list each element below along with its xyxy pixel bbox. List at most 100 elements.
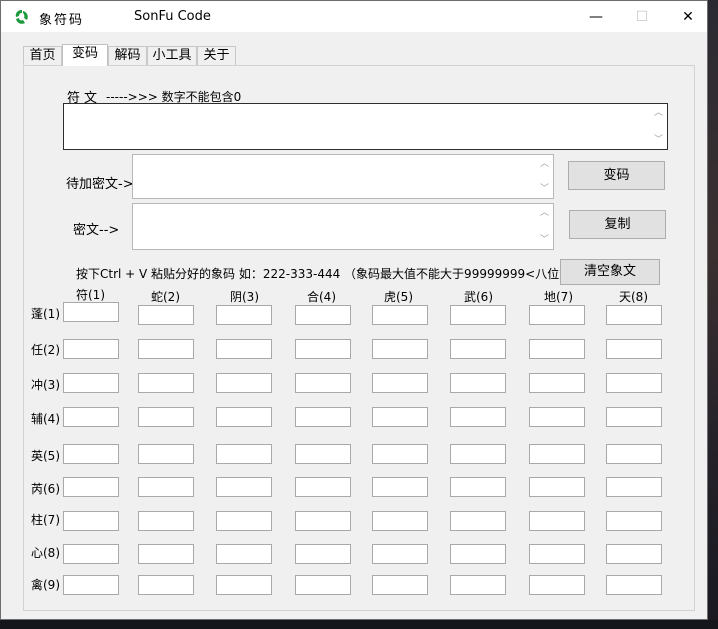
code-cell-input[interactable] [529, 305, 585, 325]
code-cell-input[interactable] [63, 339, 119, 359]
code-cell-input[interactable] [450, 477, 506, 497]
maximize-button[interactable]: ☐ [619, 1, 665, 32]
code-cell-input[interactable] [606, 477, 662, 497]
fuwen-input[interactable]: ︿ ﹀ [63, 103, 668, 150]
code-cell-input[interactable] [606, 544, 662, 564]
code-cell-input[interactable] [216, 373, 272, 393]
code-cell-input[interactable] [216, 305, 272, 325]
code-cell-input[interactable] [63, 477, 119, 497]
code-cell-input[interactable] [372, 407, 428, 427]
row-label: 冲(3) [31, 378, 60, 392]
code-cell-input[interactable] [450, 544, 506, 564]
code-cell-input[interactable] [138, 575, 194, 595]
code-cell-input[interactable] [63, 407, 119, 427]
scroll-down-icon[interactable]: ﹀ [650, 133, 667, 147]
code-cell-input[interactable] [138, 305, 194, 325]
code-cell-input[interactable] [216, 444, 272, 464]
code-cell-input[interactable] [606, 373, 662, 393]
plaintext-input[interactable]: ︿ ﹀ [132, 154, 554, 199]
code-cell-input[interactable] [606, 407, 662, 427]
code-cell-input[interactable] [295, 477, 351, 497]
code-cell-input[interactable] [372, 444, 428, 464]
code-cell-input[interactable] [529, 444, 585, 464]
code-cell-input[interactable] [450, 575, 506, 595]
code-cell-input[interactable] [295, 444, 351, 464]
code-cell-input[interactable] [138, 373, 194, 393]
code-cell-input[interactable] [63, 373, 119, 393]
plaintext-scrollbar[interactable]: ︿ ﹀ [536, 155, 553, 198]
code-cell-input[interactable] [216, 407, 272, 427]
close-button[interactable]: ✕ [665, 1, 711, 32]
column-label: 武(6) [464, 290, 493, 304]
code-cell-input[interactable] [450, 511, 506, 531]
code-cell-input[interactable] [450, 407, 506, 427]
scroll-up-icon[interactable]: ︿ [650, 106, 667, 120]
code-cell-input[interactable] [529, 477, 585, 497]
code-cell-input[interactable] [529, 544, 585, 564]
tab-tools[interactable]: 小工具 [147, 46, 197, 65]
code-cell-input[interactable] [529, 511, 585, 531]
code-cell-input[interactable] [372, 511, 428, 531]
scroll-down-icon[interactable]: ﹀ [536, 233, 553, 247]
ciphertext-output[interactable]: ︿ ﹀ [132, 203, 554, 250]
scroll-up-icon[interactable]: ︿ [536, 157, 553, 171]
code-cell-input[interactable] [63, 544, 119, 564]
column-label: 虎(5) [384, 290, 413, 304]
code-cell-input[interactable] [216, 544, 272, 564]
code-cell-input[interactable] [372, 305, 428, 325]
code-cell-input[interactable] [295, 305, 351, 325]
tab-home[interactable]: 首页 [23, 46, 62, 65]
code-cell-input[interactable] [138, 477, 194, 497]
code-cell-input[interactable] [63, 444, 119, 464]
code-cell-input[interactable] [606, 305, 662, 325]
code-cell-input[interactable] [372, 575, 428, 595]
code-cell-input[interactable] [372, 339, 428, 359]
code-cell-input[interactable] [606, 339, 662, 359]
code-cell-input[interactable] [450, 339, 506, 359]
ciphertext-scrollbar[interactable]: ︿ ﹀ [536, 204, 553, 249]
copy-button[interactable]: 复制 [569, 210, 666, 239]
scroll-down-icon[interactable]: ﹀ [536, 182, 553, 196]
code-cell-input[interactable] [216, 477, 272, 497]
tab-encode[interactable]: 变码 [62, 44, 108, 66]
code-cell-input[interactable] [529, 339, 585, 359]
code-cell-input[interactable] [138, 544, 194, 564]
fuwen-scrollbar[interactable]: ︿ ﹀ [650, 104, 667, 149]
scroll-up-icon[interactable]: ︿ [536, 206, 553, 220]
code-cell-input[interactable] [529, 575, 585, 595]
minimize-button[interactable]: — [573, 1, 619, 32]
code-cell-input[interactable] [372, 477, 428, 497]
code-cell-input[interactable] [63, 575, 119, 595]
code-cell-input[interactable] [372, 544, 428, 564]
code-cell-input[interactable] [606, 575, 662, 595]
code-cell-input[interactable] [606, 511, 662, 531]
clear-button[interactable]: 清空象文 [560, 259, 660, 285]
code-cell-input[interactable] [450, 444, 506, 464]
row-label: 芮(6) [31, 482, 60, 496]
code-cell-input[interactable] [216, 575, 272, 595]
code-cell-input[interactable] [450, 373, 506, 393]
code-cell-input[interactable] [372, 373, 428, 393]
code-cell-input[interactable] [606, 444, 662, 464]
code-cell-input[interactable] [295, 407, 351, 427]
code-cell-input[interactable] [295, 575, 351, 595]
code-cell-input[interactable] [295, 511, 351, 531]
code-cell-input[interactable] [295, 373, 351, 393]
code-cell-input[interactable] [138, 407, 194, 427]
code-cell-input[interactable] [138, 444, 194, 464]
code-cell-input[interactable] [295, 339, 351, 359]
code-cell-input[interactable] [138, 339, 194, 359]
tab-about[interactable]: 关于 [197, 46, 236, 65]
code-cell-input[interactable] [295, 544, 351, 564]
code-cell-input[interactable] [216, 511, 272, 531]
code-cell-input[interactable] [216, 339, 272, 359]
encode-button[interactable]: 变码 [568, 161, 665, 190]
title-bar[interactable]: 象符码 SonFu Code — ☐ ✕ [1, 1, 707, 32]
tab-decode[interactable]: 解码 [108, 46, 147, 65]
code-cell-input[interactable] [450, 305, 506, 325]
code-cell-input[interactable] [529, 373, 585, 393]
code-cell-input[interactable] [138, 511, 194, 531]
code-cell-input[interactable] [63, 302, 119, 322]
code-cell-input[interactable] [63, 511, 119, 531]
code-cell-input[interactable] [529, 407, 585, 427]
